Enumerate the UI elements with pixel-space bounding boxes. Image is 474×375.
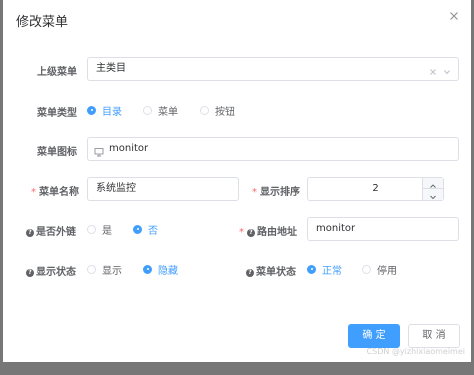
question-icon[interactable]: ? xyxy=(26,269,34,277)
option-label: 隐藏 xyxy=(158,265,178,277)
option-label: 菜单 xyxy=(158,106,178,118)
sort-order-label: * 显示排序 xyxy=(252,187,300,198)
dialog-title: 修改菜单 xyxy=(16,15,69,30)
parent-menu-value: 主类目 xyxy=(96,63,126,74)
edit-menu-dialog: 修改菜单 上级菜单 主类目 菜单类型 目录 菜单 按钮 菜单图标 monitor… xyxy=(3,0,471,362)
menu-name-value: 系统监控 xyxy=(96,183,136,194)
sort-order-stepper[interactable]: 2 xyxy=(307,177,444,201)
menu-status-label: ? 菜单状态 xyxy=(246,263,296,278)
is-external-label: ? 是否外链 xyxy=(26,223,76,238)
is-external-option-no[interactable]: 否 xyxy=(133,222,158,237)
increment-button[interactable] xyxy=(423,178,443,189)
menu-icon-input[interactable]: monitor xyxy=(87,137,459,161)
cancel-button[interactable]: 取 消 xyxy=(408,324,460,348)
radio-dot xyxy=(143,264,152,274)
menu-name-label: * 菜单名称 xyxy=(31,187,79,198)
option-label: 否 xyxy=(148,225,158,237)
menu-name-input[interactable]: 系统监控 xyxy=(87,177,239,201)
visible-status-label: ? 显示状态 xyxy=(26,263,76,278)
watermark: CSDN @yizhixiaomeimei xyxy=(366,347,465,356)
clear-icon[interactable] xyxy=(428,64,438,86)
radio-dot xyxy=(133,224,142,234)
sort-order-value: 2 xyxy=(372,183,379,194)
option-label: 正常 xyxy=(322,265,342,277)
chevron-down-icon[interactable] xyxy=(442,64,452,86)
question-icon[interactable]: ? xyxy=(246,269,254,277)
stepper-controls xyxy=(422,178,443,200)
radio-dot xyxy=(87,264,96,274)
option-label: 目录 xyxy=(102,106,122,118)
option-label: 按钮 xyxy=(215,106,235,118)
parent-menu-label: 上级菜单 xyxy=(37,67,77,78)
menu-type-option-menu[interactable]: 菜单 xyxy=(143,103,178,118)
parent-menu-select[interactable]: 主类目 xyxy=(87,57,459,81)
close-icon[interactable] xyxy=(447,9,461,23)
visible-option-hide[interactable]: 隐藏 xyxy=(143,262,178,277)
radio-dot xyxy=(362,264,371,274)
radio-dot xyxy=(87,224,96,234)
question-icon[interactable]: ? xyxy=(247,229,255,237)
radio-dot xyxy=(200,105,209,115)
is-external-option-yes[interactable]: 是 xyxy=(87,222,112,237)
menu-type-option-directory[interactable]: 目录 xyxy=(87,103,122,118)
route-input[interactable]: monitor xyxy=(307,217,459,241)
menu-type-label: 菜单类型 xyxy=(37,108,77,119)
menu-type-option-button[interactable]: 按钮 xyxy=(200,103,235,118)
option-label: 显示 xyxy=(102,265,122,277)
route-label: *? 路由地址 xyxy=(239,227,297,238)
question-icon[interactable]: ? xyxy=(26,229,34,237)
radio-dot xyxy=(143,105,152,115)
option-label: 是 xyxy=(102,225,112,237)
route-value: monitor xyxy=(316,223,356,234)
visible-option-show[interactable]: 显示 xyxy=(87,262,122,277)
decrement-button[interactable] xyxy=(423,189,443,200)
menu-icon-value: monitor xyxy=(109,143,149,154)
status-option-normal[interactable]: 正常 xyxy=(307,262,342,277)
monitor-icon xyxy=(94,144,104,166)
chevron-down-icon xyxy=(430,195,436,200)
radio-dot xyxy=(87,105,96,115)
confirm-button[interactable]: 确 定 xyxy=(348,324,400,348)
radio-dot xyxy=(307,264,316,274)
option-label: 停用 xyxy=(377,265,397,277)
menu-icon-label: 菜单图标 xyxy=(37,147,77,158)
status-option-disabled[interactable]: 停用 xyxy=(362,262,397,277)
